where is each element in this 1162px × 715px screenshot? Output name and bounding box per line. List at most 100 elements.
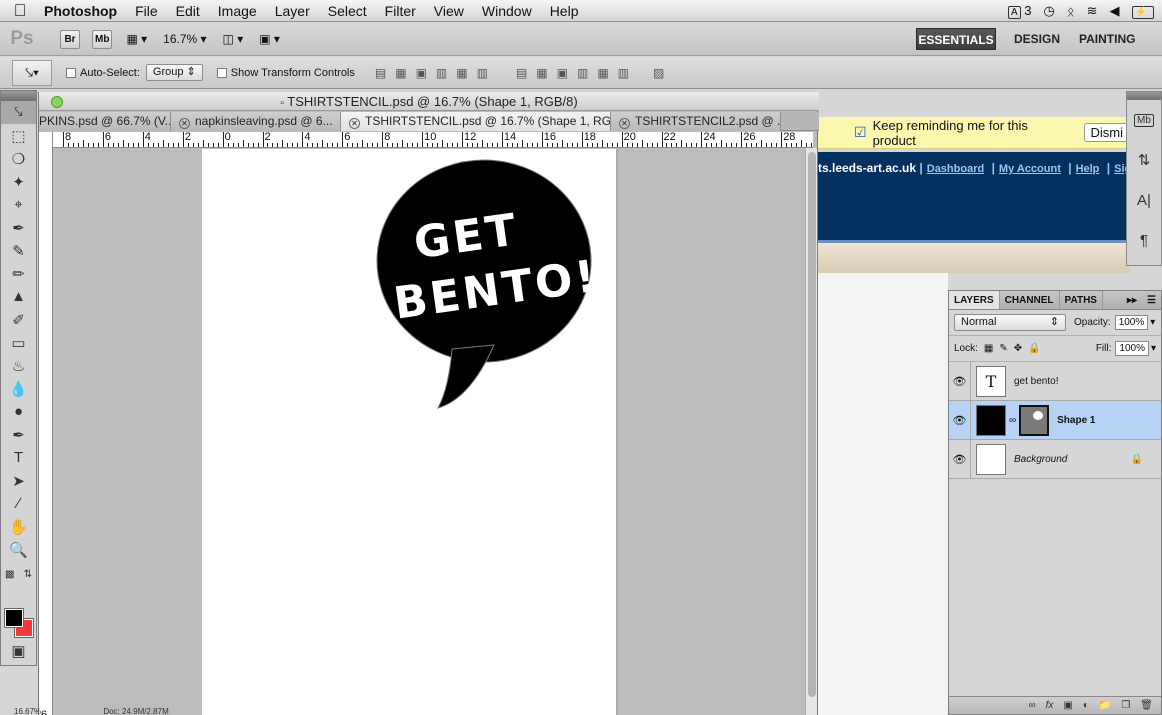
menu-view[interactable]: View	[425, 0, 473, 22]
paint-bucket-tool-icon[interactable]: ♨	[1, 354, 36, 377]
workspace-essentials[interactable]: ESSENTIALS	[916, 28, 996, 50]
foreground-color-swatch[interactable]	[4, 608, 24, 628]
tools-panel-header[interactable]	[1, 91, 36, 101]
eraser-tool-icon[interactable]: ▭	[1, 331, 36, 354]
marquee-tool-icon[interactable]: ⬚	[1, 124, 36, 147]
menu-filter[interactable]: Filter	[376, 0, 425, 22]
auto-select-target-select[interactable]: Group ⇕	[145, 64, 203, 81]
layer-row-shape[interactable]: 👁 ∞ Shape 1	[949, 400, 1161, 440]
visibility-eye-icon[interactable]: 👁	[949, 439, 971, 479]
menu-window[interactable]: Window	[473, 0, 541, 22]
blur-tool-icon[interactable]: 💧	[1, 377, 36, 400]
character-panel-icon[interactable]: A|	[1127, 180, 1161, 220]
link-chain-icon[interactable]: ∞	[1009, 415, 1016, 426]
auto-align-icon[interactable]: ▨	[653, 66, 664, 80]
show-transform-checkbox[interactable]	[216, 67, 227, 78]
visibility-eye-icon[interactable]: 👁	[949, 400, 971, 440]
align-right-icon[interactable]: ▥	[477, 66, 488, 80]
minibridge-button[interactable]: Mb	[92, 29, 113, 49]
lock-transparent-icon[interactable]: ▦	[984, 343, 993, 354]
link-layers-icon[interactable]: ∞	[1028, 700, 1035, 711]
workspace-design[interactable]: DESIGN	[1014, 28, 1060, 50]
visibility-eye-icon[interactable]: 👁	[949, 361, 971, 401]
tab-paths[interactable]: PATHS	[1060, 291, 1103, 309]
lock-position-icon[interactable]: ✥	[1014, 343, 1022, 354]
tab-layers[interactable]: LAYERS	[949, 291, 1000, 309]
panel-collapse-icon[interactable]: ▸▸	[1122, 291, 1142, 309]
menu-select[interactable]: Select	[319, 0, 376, 22]
screen-mode-button[interactable]: ▣ ▾	[257, 30, 282, 49]
speech-bubble-artwork[interactable]: GET BENTO!	[202, 149, 616, 715]
distribute-bottom-icon[interactable]: ▣	[557, 66, 568, 80]
menu-file[interactable]: File	[126, 0, 167, 22]
align-hcenter-icon[interactable]: ▦	[456, 66, 467, 80]
adjustment-layer-icon[interactable]: ◐	[1083, 700, 1089, 711]
zoom-level-select[interactable]: 16.7% ▾	[161, 30, 208, 49]
fill-input[interactable]: 100%	[1115, 341, 1149, 356]
tab-tshirtstencil[interactable]: ✕ TSHIRTSTENCIL.psd @ 16.7% (Shape 1, RGB…	[341, 112, 611, 131]
scroll-thumb[interactable]	[808, 152, 816, 697]
brush-tool-icon[interactable]: ✏	[1, 262, 36, 285]
add-mask-icon[interactable]: ▣	[1063, 700, 1072, 711]
apple-menu-icon[interactable]: 	[0, 1, 40, 21]
workspace-painting[interactable]: PAINTING	[1079, 28, 1135, 50]
align-bottom-icon[interactable]: ▣	[416, 66, 427, 80]
tab-napkins[interactable]: PKINS.psd @ 66.7% (V...	[39, 112, 171, 131]
new-group-icon[interactable]: 📁	[1099, 700, 1111, 711]
lock-image-icon[interactable]: ✎	[999, 343, 1007, 354]
dashboard-link[interactable]: Dashboard	[927, 163, 984, 175]
layer-row-text[interactable]: 👁 T get bento!	[949, 361, 1161, 401]
zoom-tool-icon[interactable]: 🔍	[1, 538, 36, 561]
clone-stamp-tool-icon[interactable]: ▲	[1, 285, 36, 308]
vertical-ruler[interactable]: 6	[39, 132, 53, 715]
tab-napkinsleaving[interactable]: ✕ napkinsleaving.psd @ 6...	[171, 112, 341, 131]
pen-tool-icon[interactable]: ✒	[1, 423, 36, 446]
opacity-dropdown-icon[interactable]: ▾	[1150, 317, 1155, 328]
clone-source-icon[interactable]: ⇅	[1127, 140, 1161, 180]
crop-tool-icon[interactable]: ⌖	[1, 193, 36, 216]
close-tab-icon[interactable]: ✕	[619, 118, 630, 129]
adobe-status-icon[interactable]: A 3	[1007, 3, 1031, 19]
battery-icon[interactable]: ⚡	[1131, 3, 1154, 19]
zoom-window-icon[interactable]	[51, 96, 63, 108]
time-machine-icon[interactable]: ◷	[1043, 3, 1054, 19]
status-doc-size[interactable]: Doc: 24.9M/2.87M	[103, 707, 168, 715]
move-tool-icon[interactable]: ⤥	[1, 101, 36, 124]
lock-all-icon[interactable]: 🔒	[1028, 343, 1040, 354]
distribute-hcenter-icon[interactable]: ▦	[597, 66, 608, 80]
wifi-icon[interactable]: ≋	[1087, 3, 1098, 19]
menu-layer[interactable]: Layer	[266, 0, 319, 22]
document-title-bar[interactable]: ▫ TSHIRTSTENCIL.psd @ 16.7% (Shape 1, RG…	[9, 92, 819, 111]
type-tool-icon[interactable]: T	[1, 446, 36, 469]
arrange-documents-button[interactable]: ◫ ▾	[221, 30, 246, 49]
panel-menu-icon[interactable]: ☰	[1142, 291, 1161, 309]
distribute-left-icon[interactable]: ▥	[577, 66, 588, 80]
bridge-button[interactable]: Br	[60, 29, 80, 49]
distribute-top-icon[interactable]: ▤	[516, 66, 527, 80]
default-colors-icon[interactable]: ▩	[5, 569, 14, 580]
line-tool-icon[interactable]: ∕	[1, 492, 36, 515]
distribute-right-icon[interactable]: ▥	[618, 66, 629, 80]
volume-icon[interactable]: ◀	[1110, 3, 1120, 19]
eyedropper-tool-icon[interactable]: ✒	[1, 216, 36, 239]
menu-app-name[interactable]: Photoshop	[40, 0, 126, 22]
align-top-icon[interactable]: ▤	[375, 66, 386, 80]
status-zoom[interactable]: 16.67%	[14, 707, 41, 715]
close-tab-icon[interactable]: ✕	[349, 118, 360, 129]
paragraph-panel-icon[interactable]: ¶	[1127, 220, 1161, 260]
distribute-vcenter-icon[interactable]: ▦	[536, 66, 547, 80]
lasso-tool-icon[interactable]: ❍	[1, 147, 36, 170]
quick-mask-icon[interactable]: ▣	[1, 639, 36, 662]
minibridge-panel-icon[interactable]: Mb	[1127, 100, 1161, 140]
my-account-link[interactable]: My Account	[999, 163, 1061, 175]
opacity-input[interactable]: 100%	[1114, 315, 1149, 330]
dismiss-button[interactable]: Dismi	[1083, 123, 1130, 142]
history-brush-tool-icon[interactable]: ✐	[1, 308, 36, 331]
tab-tshirtstencil2[interactable]: ✕ TSHIRTSTENCIL2.psd @ ...	[611, 112, 781, 131]
tab-channels[interactable]: CHANNEL	[1000, 291, 1060, 309]
layer-row-background[interactable]: 👁 Background 🔒	[949, 439, 1161, 479]
align-vcenter-icon[interactable]: ▦	[395, 66, 406, 80]
fill-dropdown-icon[interactable]: ▾	[1151, 343, 1156, 354]
delete-layer-icon[interactable]: 🗑	[1140, 700, 1153, 711]
blend-mode-select[interactable]: Normal ⇕	[954, 314, 1066, 331]
